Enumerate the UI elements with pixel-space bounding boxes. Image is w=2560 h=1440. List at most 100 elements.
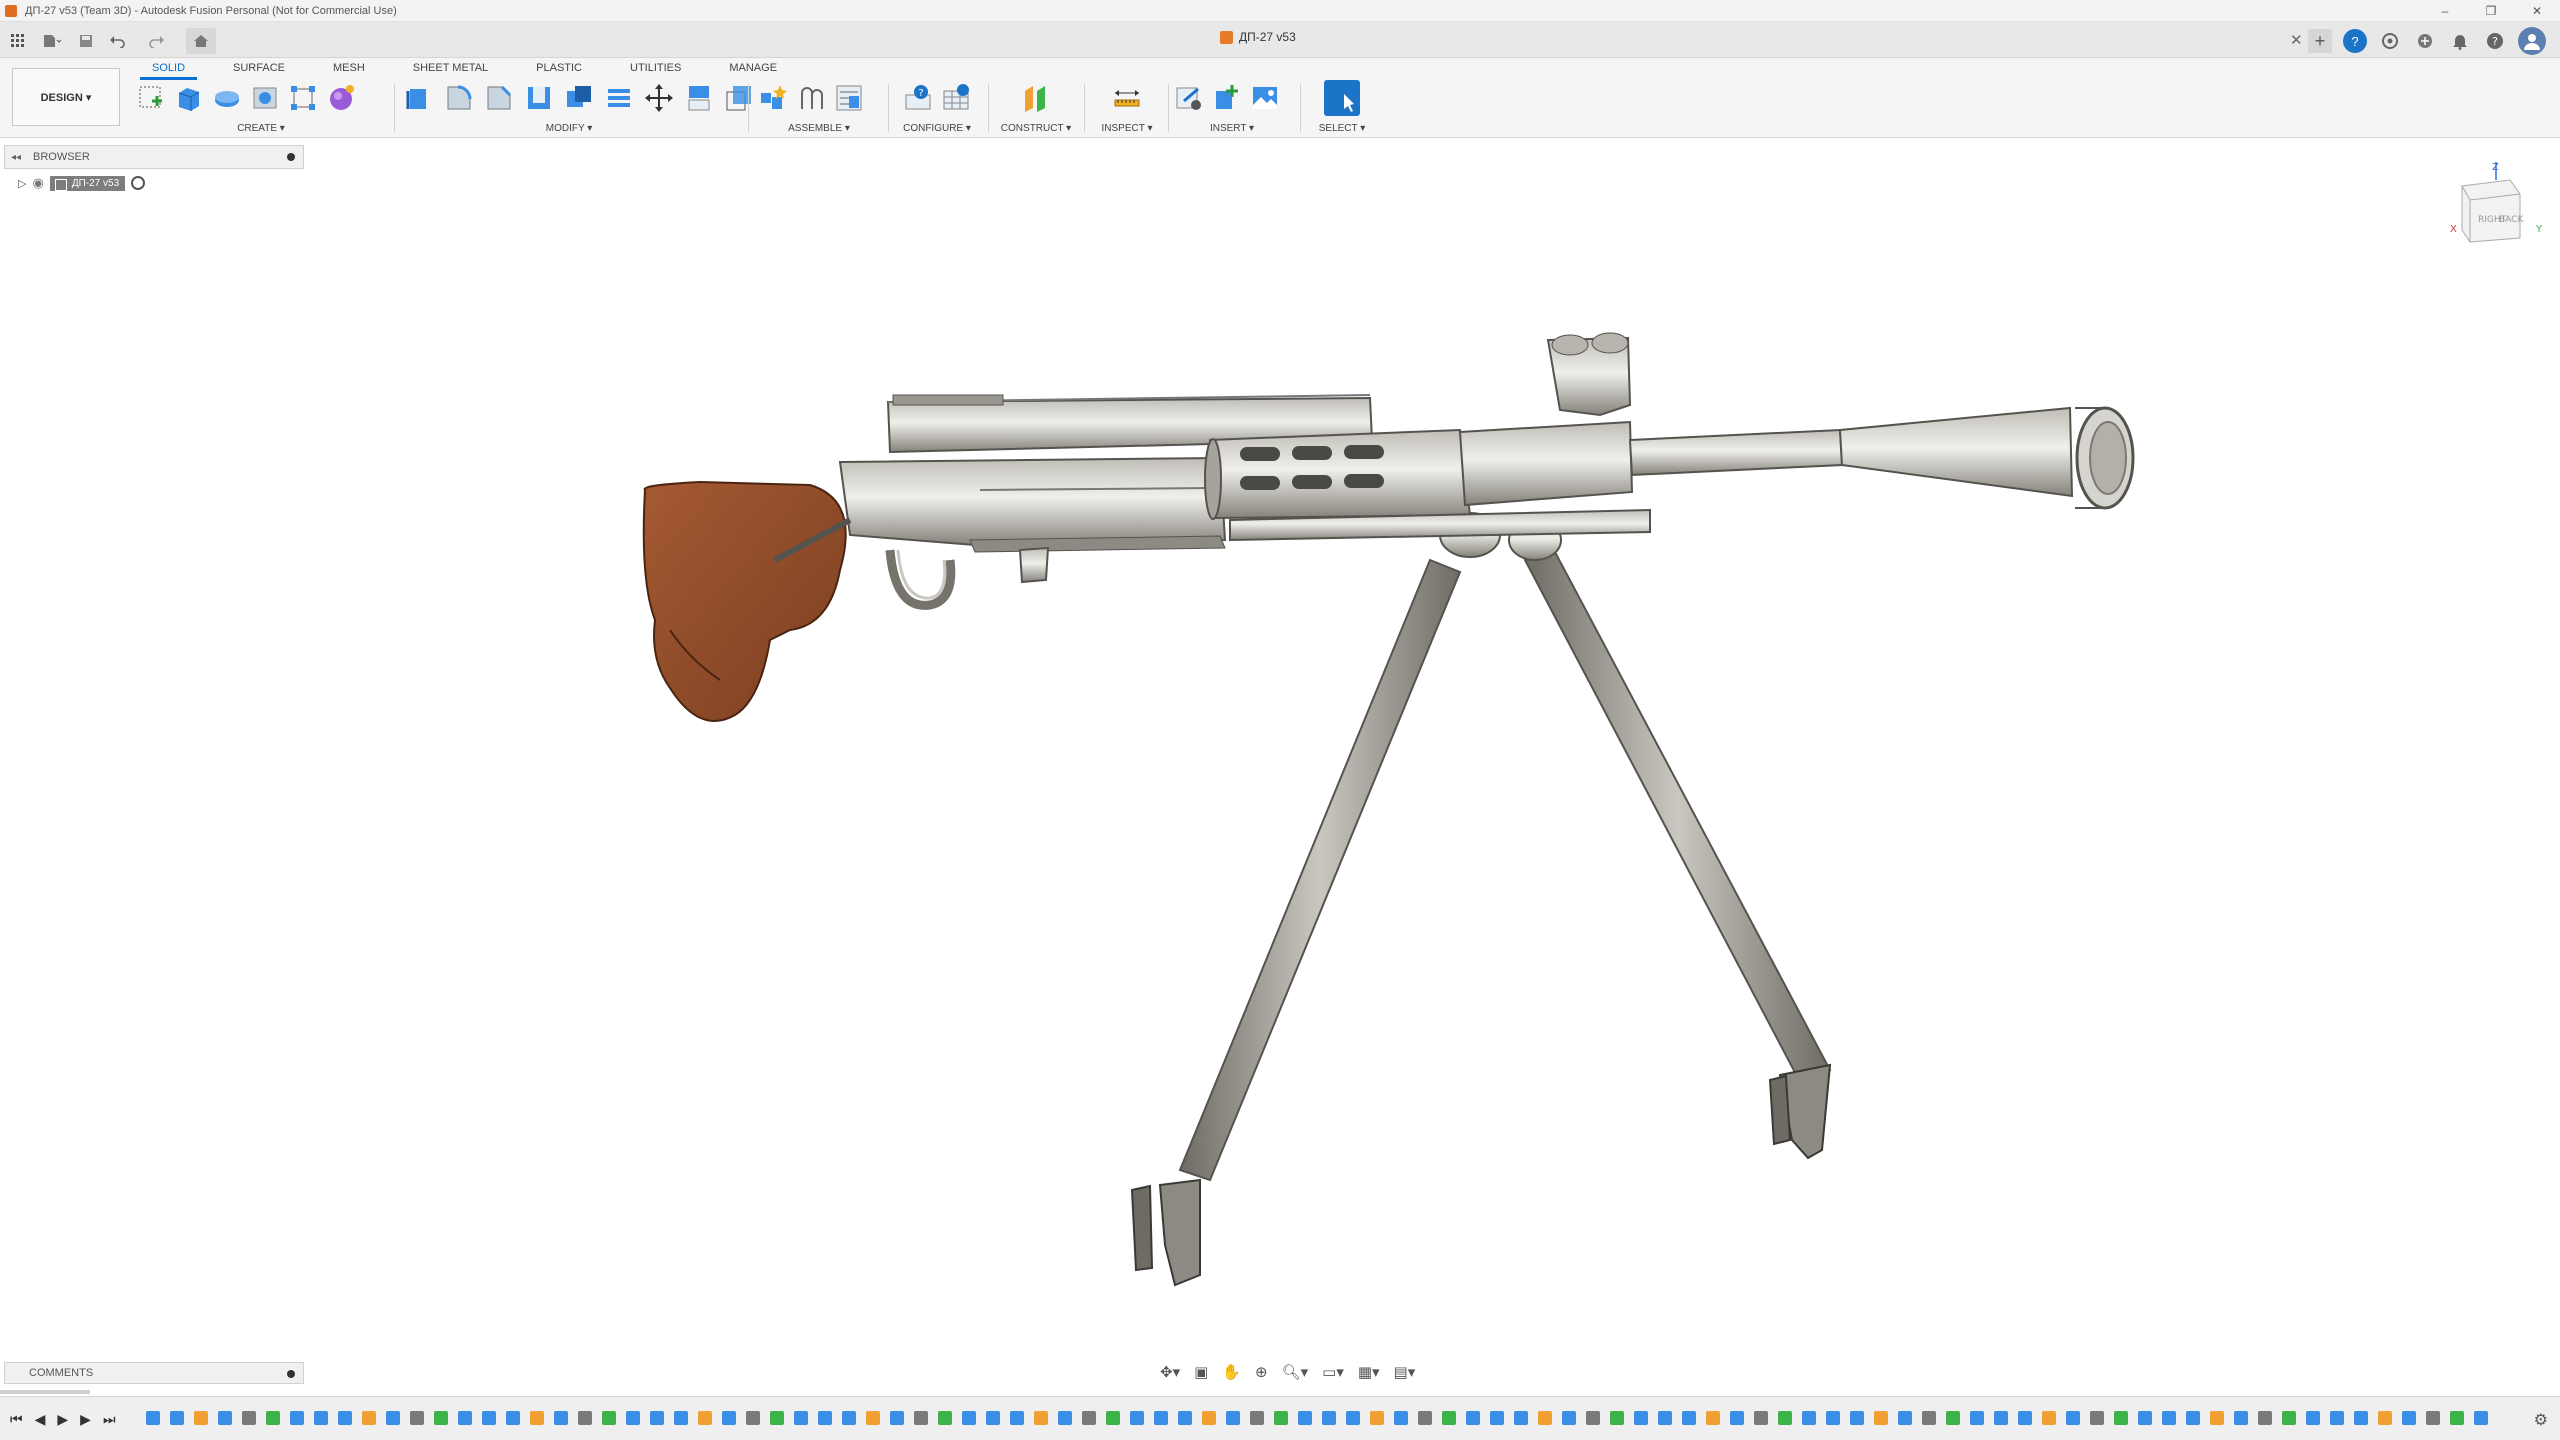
timeline-feature[interactable] [2378,1411,2392,1425]
timeline-feature[interactable] [1586,1411,1600,1425]
timeline-feature[interactable] [1106,1411,1120,1425]
wooden-stock[interactable] [642,480,852,722]
canvas-image-icon[interactable] [1250,83,1280,113]
first-step-icon[interactable]: ⏮ [10,1411,23,1428]
document-tab[interactable]: ДП-27 v53 [1220,30,1296,44]
timeline-feature[interactable] [1370,1411,1384,1425]
tab-solid[interactable]: SOLID [140,60,198,80]
timeline-feature[interactable] [1922,1411,1936,1425]
timeline-feature[interactable] [2450,1411,2464,1425]
timeline-feature[interactable] [170,1411,184,1425]
barrel[interactable] [1458,406,2135,510]
display-settings-icon[interactable]: ▭▾ [1322,1363,1344,1381]
timeline-feature[interactable] [2282,1411,2296,1425]
timeline-feature[interactable] [506,1411,520,1425]
assemble-group-label[interactable]: ASSEMBLE ▾ [758,123,880,134]
timeline-feature[interactable] [2090,1411,2104,1425]
root-component-node[interactable]: ДП-27 v53 [49,175,126,191]
zoom-window-icon[interactable]: ⊕ [1255,1363,1268,1381]
timeline-feature[interactable] [242,1411,256,1425]
move-copy-icon[interactable] [644,83,674,113]
timeline-feature[interactable] [146,1411,160,1425]
grid-settings-icon[interactable]: ▦▾ [1358,1363,1380,1381]
tab-mesh[interactable]: MESH [321,60,377,80]
insert-derive-icon[interactable] [1174,83,1204,113]
collapse-browser-icon[interactable]: ◂◂ [11,152,25,163]
timeline-feature[interactable] [1562,1411,1576,1425]
joint-icon[interactable] [796,83,826,113]
timeline-feature[interactable] [1250,1411,1264,1425]
modify-group-label[interactable]: MODIFY ▾ [404,123,734,134]
new-tab-plus-icon[interactable]: + [2308,29,2332,53]
expand-triangle-icon[interactable]: ▷ [18,177,26,190]
timeline-feature[interactable] [314,1411,328,1425]
create-configuration-icon[interactable]: ? [903,83,933,113]
timeline-feature[interactable] [194,1411,208,1425]
timeline-feature[interactable] [1634,1411,1648,1425]
chamfer-icon[interactable] [484,83,514,113]
next-step-icon[interactable]: ▶ [80,1411,91,1428]
timeline-feature[interactable] [1682,1411,1696,1425]
timeline-feature[interactable] [2354,1411,2368,1425]
previous-step-icon[interactable]: ◀ [35,1411,46,1428]
timeline-feature[interactable] [2474,1411,2488,1425]
trigger-guard[interactable] [885,549,956,610]
timeline-feature[interactable] [602,1411,616,1425]
timeline-feature[interactable] [1874,1411,1888,1425]
timeline-feature[interactable] [530,1411,544,1425]
close-tab-button[interactable]: ✕ [2290,31,2303,49]
browser-panel[interactable]: ◂◂ BROWSER [4,145,304,169]
timeline-scrollbar[interactable] [0,1390,90,1394]
as-built-joint-icon[interactable] [834,83,864,113]
close-window-button[interactable]: ✕ [2514,0,2560,22]
timeline-feature[interactable] [2306,1411,2320,1425]
bipod-left-leg[interactable] [1130,558,1462,1287]
timeline-feature[interactable] [410,1411,424,1425]
viewcube[interactable]: RIGHT BACK Z X Y [2440,160,2550,250]
viewcube-back-label[interactable]: BACK [2499,215,2524,225]
timeline-feature[interactable] [2042,1411,2056,1425]
timeline-feature[interactable] [1610,1411,1624,1425]
timeline-feature[interactable] [650,1411,664,1425]
timeline-feature[interactable] [2066,1411,2080,1425]
extensions-icon[interactable]: ? [2343,29,2367,53]
pan-hand-icon[interactable]: ✋ [1222,1363,1241,1381]
restore-button[interactable]: ❐ [2468,0,2514,22]
timeline-feature[interactable] [2234,1411,2248,1425]
timeline-feature[interactable] [218,1411,232,1425]
timeline-feature[interactable] [914,1411,928,1425]
browser-root-row[interactable]: ▷ ◉ ДП-27 v53 [18,172,146,194]
browser-pin-icon[interactable] [287,153,295,161]
timeline-feature[interactable] [842,1411,856,1425]
measure-icon[interactable] [1112,83,1142,113]
timeline-feature[interactable] [1178,1411,1192,1425]
timeline-feature[interactable] [2258,1411,2272,1425]
timeline-feature[interactable] [1970,1411,1984,1425]
job-status-icon[interactable] [2378,29,2402,53]
timeline-feature[interactable] [1298,1411,1312,1425]
viewports-icon[interactable]: ▤▾ [1394,1363,1416,1381]
timeline-feature[interactable] [482,1411,496,1425]
hole-icon[interactable] [250,83,280,113]
data-panel-grid-icon[interactable] [6,29,30,53]
timeline-feature[interactable] [1394,1411,1408,1425]
timeline-feature[interactable] [554,1411,568,1425]
comments-pin-icon[interactable] [287,1370,295,1378]
timeline-feature[interactable] [1514,1411,1528,1425]
comments-panel[interactable]: COMMENTS [4,1362,304,1384]
zoom-icon[interactable]: 🔍︎▾ [1282,1363,1309,1381]
timeline-feature[interactable] [1322,1411,1336,1425]
help-icon[interactable]: ? [2483,29,2507,53]
pattern-icon[interactable] [288,83,318,113]
timeline-feature[interactable] [674,1411,688,1425]
minimize-button[interactable]: – [2422,0,2468,22]
timeline-features[interactable] [146,1407,2506,1429]
timeline-feature[interactable] [1946,1411,1960,1425]
timeline-feature[interactable] [2018,1411,2032,1425]
tab-manage[interactable]: MANAGE [717,60,789,80]
user-avatar-icon[interactable] [2518,27,2546,55]
fillet-icon[interactable] [444,83,474,113]
timeline-feature[interactable] [698,1411,712,1425]
timeline-feature[interactable] [2186,1411,2200,1425]
insert-group-label[interactable]: INSERT ▾ [1174,123,1290,134]
